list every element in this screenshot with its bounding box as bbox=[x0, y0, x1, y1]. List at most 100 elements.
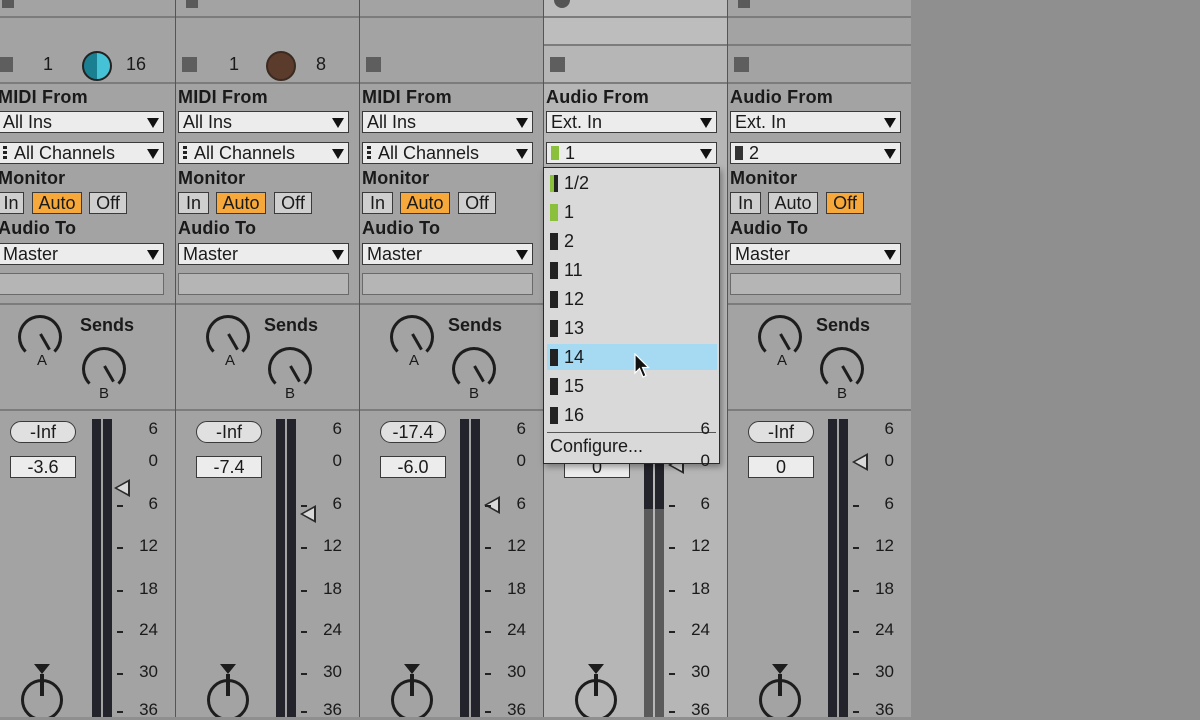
peak-display[interactable]: -17.4 bbox=[380, 421, 446, 443]
monitor-in-button[interactable]: In bbox=[362, 192, 393, 214]
monitor-label: Monitor bbox=[0, 168, 66, 188]
chevron-down-icon bbox=[332, 149, 344, 159]
level-meter-right bbox=[287, 419, 296, 717]
menu-item-2[interactable]: 2 bbox=[547, 228, 717, 254]
pan-knob[interactable] bbox=[759, 664, 801, 717]
monitor-in-button[interactable]: In bbox=[0, 192, 24, 214]
db-tick-label: 12 bbox=[507, 536, 526, 555]
input-channel-dropdown[interactable]: 1 bbox=[546, 142, 717, 164]
input-type-label: MIDI From bbox=[0, 87, 88, 107]
clip-stop-button[interactable] bbox=[186, 0, 198, 8]
db-tick-label: 6 bbox=[516, 494, 526, 513]
db-tick-label: 18 bbox=[507, 579, 526, 598]
track-strip-1: 1 16 MIDI From All Ins All Channels Moni… bbox=[0, 0, 175, 717]
pan-knob[interactable] bbox=[575, 664, 617, 717]
configure-menu-item[interactable]: Configure... bbox=[550, 436, 643, 457]
input-channel-dropdown[interactable]: All Channels bbox=[362, 142, 533, 164]
volume-field[interactable]: -3.6 bbox=[10, 456, 76, 478]
channel-level-icon bbox=[550, 320, 558, 337]
db-tick-label: 6 bbox=[700, 419, 710, 438]
track-status-square bbox=[0, 57, 13, 72]
output-channel-box[interactable] bbox=[730, 273, 901, 295]
output-dropdown[interactable]: Master bbox=[178, 243, 349, 265]
monitor-auto-button[interactable]: Auto bbox=[32, 192, 82, 214]
menu-item-1-2[interactable]: 1/2 bbox=[547, 170, 717, 196]
peak-display[interactable]: -Inf bbox=[748, 421, 814, 443]
menu-item-12[interactable]: 12 bbox=[547, 286, 717, 312]
input-channel-dropdown[interactable]: All Channels bbox=[0, 142, 164, 164]
monitor-off-button[interactable]: Off bbox=[458, 192, 496, 214]
monitor-off-button[interactable]: Off bbox=[274, 192, 312, 214]
level-meter-left bbox=[460, 419, 469, 717]
input-type-label: MIDI From bbox=[362, 87, 452, 107]
pan-knob[interactable] bbox=[207, 664, 249, 717]
monitor-auto-button[interactable]: Auto bbox=[216, 192, 266, 214]
input-type-dropdown[interactable]: All Ins bbox=[0, 111, 164, 133]
monitor-off-button[interactable]: Off bbox=[89, 192, 127, 214]
clip-stop-button[interactable] bbox=[738, 0, 750, 8]
mouse-cursor-icon bbox=[634, 353, 650, 378]
db-tick-mark bbox=[853, 631, 859, 633]
db-tick-mark bbox=[485, 547, 491, 549]
pan-knob[interactable] bbox=[21, 664, 63, 717]
db-tick-label: 36 bbox=[507, 700, 526, 719]
input-channel-dropdown[interactable]: All Channels bbox=[178, 142, 349, 164]
output-dropdown[interactable]: Master bbox=[362, 243, 533, 265]
channel-high: 8 bbox=[316, 54, 327, 74]
chevron-down-icon bbox=[884, 250, 896, 260]
db-tick-mark bbox=[853, 711, 859, 713]
db-tick-label: 0 bbox=[332, 451, 342, 470]
monitor-in-button[interactable]: In bbox=[178, 192, 209, 214]
monitor-off-button[interactable]: Off bbox=[826, 192, 864, 214]
sends-label: Sends bbox=[816, 315, 871, 335]
monitor-label: Monitor bbox=[178, 168, 246, 188]
level-meter-right bbox=[471, 419, 480, 717]
menu-item-14[interactable]: 14 bbox=[547, 344, 717, 370]
track-status-square bbox=[182, 57, 197, 72]
db-tick-label: 6 bbox=[700, 494, 710, 513]
channel-knob[interactable] bbox=[266, 51, 296, 81]
output-channel-box[interactable] bbox=[0, 273, 164, 295]
record-arm-indicator[interactable] bbox=[554, 0, 570, 8]
menu-item-13[interactable]: 13 bbox=[547, 315, 717, 341]
pan-knob[interactable] bbox=[391, 664, 433, 717]
input-type-dropdown[interactable]: All Ins bbox=[362, 111, 533, 133]
db-tick-label: 0 bbox=[700, 451, 710, 470]
channel-knob[interactable] bbox=[82, 51, 112, 81]
peak-display[interactable]: -Inf bbox=[10, 421, 76, 443]
output-dropdown[interactable]: Master bbox=[730, 243, 901, 265]
volume-field[interactable]: -6.0 bbox=[380, 456, 446, 478]
db-tick-label: 18 bbox=[323, 579, 342, 598]
menu-item-1[interactable]: 1 bbox=[547, 199, 717, 225]
track-strip-5: Audio From Ext. In 2 Monitor In Auto Off… bbox=[728, 0, 911, 717]
db-tick-mark bbox=[485, 673, 491, 675]
db-tick-mark bbox=[301, 673, 307, 675]
db-tick-mark bbox=[117, 631, 123, 633]
menu-item-11[interactable]: 11 bbox=[547, 257, 717, 283]
output-label: Audio To bbox=[730, 218, 809, 238]
monitor-in-button[interactable]: In bbox=[730, 192, 761, 214]
db-tick-label: 0 bbox=[148, 451, 158, 470]
monitor-auto-button[interactable]: Auto bbox=[400, 192, 450, 214]
db-tick-label: 30 bbox=[139, 662, 158, 681]
peak-display[interactable]: -Inf bbox=[196, 421, 262, 443]
db-tick-mark bbox=[853, 590, 859, 592]
input-type-dropdown[interactable]: Ext. In bbox=[546, 111, 717, 133]
monitor-auto-button[interactable]: Auto bbox=[768, 192, 818, 214]
input-type-dropdown[interactable]: All Ins bbox=[178, 111, 349, 133]
menu-item-15[interactable]: 15 bbox=[547, 373, 717, 399]
db-tick-mark bbox=[301, 547, 307, 549]
input-type-dropdown[interactable]: Ext. In bbox=[730, 111, 901, 133]
chevron-down-icon bbox=[516, 250, 528, 260]
volume-field[interactable]: -7.4 bbox=[196, 456, 262, 478]
db-tick-label: 18 bbox=[139, 579, 158, 598]
clip-stop-button[interactable] bbox=[2, 0, 14, 8]
input-channel-dropdown[interactable]: 2 bbox=[730, 142, 901, 164]
output-dropdown[interactable]: Master bbox=[0, 243, 164, 265]
db-tick-label: 18 bbox=[875, 579, 894, 598]
output-channel-box[interactable] bbox=[362, 273, 533, 295]
volume-field[interactable]: 0 bbox=[748, 456, 814, 478]
db-tick-label: 18 bbox=[691, 579, 710, 598]
output-channel-box[interactable] bbox=[178, 273, 349, 295]
db-tick-label: 36 bbox=[323, 700, 342, 719]
